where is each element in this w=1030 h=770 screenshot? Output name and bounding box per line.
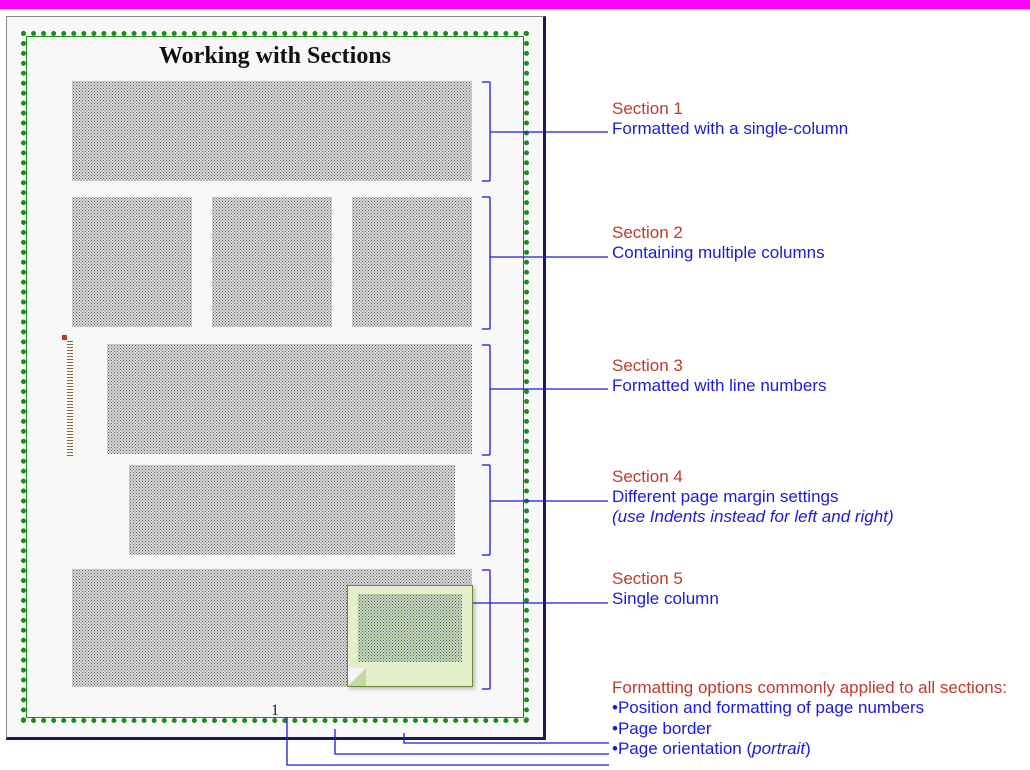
callout-text: Containing multiple columns	[612, 243, 825, 263]
footer-bullet-3-lead: •Page orientation (	[612, 739, 752, 758]
sticky-note	[347, 585, 473, 687]
callout-text: Single column	[612, 589, 719, 609]
magenta-top-bar	[0, 0, 1030, 9]
section-2-col	[72, 197, 192, 327]
page-number: 1	[7, 702, 543, 720]
callout-heading: Section 1	[612, 99, 848, 119]
footer-callout: Formatting options commonly applied to a…	[612, 678, 1022, 760]
footer-bullet-2: •Page border	[612, 719, 1022, 739]
callout-section-3: Section 3 Formatted with line numbers	[612, 356, 826, 396]
callout-text: Different page margin settings	[612, 487, 894, 507]
callout-heading: Section 4	[612, 467, 894, 487]
callout-section-1: Section 1 Formatted with a single-column	[612, 99, 848, 139]
section-2-col	[352, 197, 472, 327]
page-title: Working with Sections	[7, 43, 543, 70]
callout-section-4: Section 4 Different page margin settings…	[612, 467, 894, 527]
line-numbers-gutter	[67, 341, 73, 457]
line-marker-icon	[62, 335, 67, 340]
page-mock: Working with Sections 1	[6, 16, 546, 740]
section-4-block	[129, 465, 455, 555]
sticky-note-fold-icon	[348, 668, 366, 686]
callout-heading: Section 3	[612, 356, 826, 376]
section-2-block	[72, 197, 472, 327]
callout-text: Formatted with a single-column	[612, 119, 848, 139]
section-1-block	[72, 81, 472, 181]
callout-heading: Section 5	[612, 569, 719, 589]
sticky-note-text	[358, 594, 462, 662]
callout-text: Formatted with line numbers	[612, 376, 826, 396]
diagram-stage: Working with Sections 1 Section 1 Format…	[0, 9, 1030, 770]
footer-bullet-3: •Page orientation (portrait)	[612, 739, 1022, 759]
footer-heading: Formatting options commonly applied to a…	[612, 678, 1022, 698]
callout-heading: Section 2	[612, 223, 825, 243]
footer-bullet-3-em: portrait	[752, 739, 805, 758]
callout-section-2: Section 2 Containing multiple columns	[612, 223, 825, 263]
footer-bullet-1: •Position and formatting of page numbers	[612, 698, 1022, 718]
callout-note: (use Indents instead for left and right)	[612, 507, 894, 527]
footer-bullet-3-tail: )	[805, 739, 811, 758]
section-3-block	[107, 344, 472, 454]
section-2-col	[212, 197, 332, 327]
callout-section-5: Section 5 Single column	[612, 569, 719, 609]
